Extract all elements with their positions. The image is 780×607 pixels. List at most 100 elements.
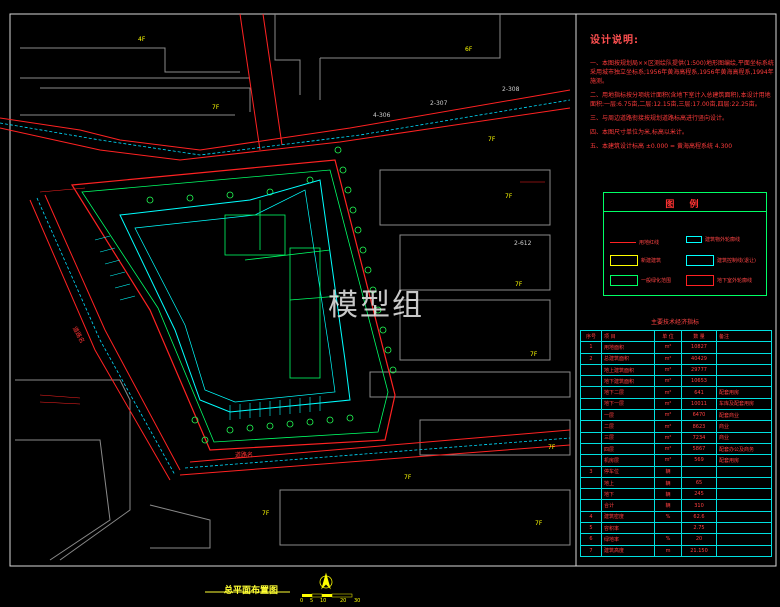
note-item: 一、本图按规划局××区测绘队提供(1:500)地形图编绘,平面坐标系统采用城市独… xyxy=(590,60,774,85)
table-row: 地下辆 245 xyxy=(580,488,772,501)
table-cell xyxy=(580,420,602,433)
table-cell xyxy=(716,499,772,512)
table-cell: 停车位 xyxy=(601,465,655,478)
table-cell: 商业 xyxy=(716,420,772,433)
table-cell: 7234 xyxy=(681,431,717,444)
table-cell: 10011 xyxy=(681,397,717,411)
table-cell: m xyxy=(654,544,682,557)
table-cell: 配套办公及商务 xyxy=(716,442,772,456)
table-cell: 5867 xyxy=(681,442,717,456)
table-cell: 40429 xyxy=(681,352,717,365)
legend-box: 图 例 用地红线 建筑物外轮廓线 新建建筑 建筑控制线(退让) 一般绿化范围 地… xyxy=(603,192,767,296)
table-cell xyxy=(716,352,772,365)
scale-label: 30 xyxy=(354,598,361,604)
table-cell: 20 xyxy=(681,533,717,546)
table-cell: 1 xyxy=(580,341,602,354)
legend-item: 新建建筑 xyxy=(610,255,661,266)
table-cell: m² xyxy=(654,442,682,456)
scale-label: 5 xyxy=(310,598,314,604)
table-cell: % xyxy=(654,533,682,546)
table-cell: 29777 xyxy=(681,363,717,377)
th: 序号 xyxy=(580,329,602,343)
table-cell: 8623 xyxy=(681,420,717,433)
table-row: 2 总建筑面积 m² 40429 xyxy=(580,352,772,365)
legend-item: 用地红线 xyxy=(610,239,659,246)
table-cell xyxy=(716,465,772,478)
table-cell: 辆 xyxy=(654,476,682,490)
table-cell: m² xyxy=(654,363,682,377)
note-item: 五、本建筑设计标高 ±0.000 = 黄海高程系统 4.300 xyxy=(590,143,733,150)
table-row: 地上辆 65 xyxy=(580,476,772,490)
scale-label: 20 xyxy=(340,598,347,604)
watermark: 模型组 xyxy=(328,288,424,323)
table-cell: 地下 xyxy=(601,488,655,501)
table-cell xyxy=(580,442,602,456)
table-cell: 配套用房 xyxy=(716,386,772,399)
table-cell: m² xyxy=(654,352,682,365)
table-row: 5 容积率 2.75 xyxy=(580,522,772,535)
table-cell: 总建筑面积 xyxy=(601,352,655,365)
table-cell xyxy=(716,488,772,501)
note-item: 四、本图尺寸单位为米,标高以米计。 xyxy=(590,129,688,136)
th: 项 目 xyxy=(601,329,655,343)
legend-item: 一般绿化范围 xyxy=(610,275,671,286)
floor-label: 4F xyxy=(138,36,146,43)
table-cell xyxy=(716,476,772,490)
table-cell: 6 xyxy=(580,533,602,546)
table-cell: 2 xyxy=(580,352,602,365)
table-row: 地上建筑面积 m² 29777 xyxy=(580,363,772,377)
table-cell: m² xyxy=(654,341,682,354)
table-cell xyxy=(580,409,602,422)
table-cell: % xyxy=(654,510,682,524)
table-cell: m² xyxy=(654,409,682,422)
table-cell xyxy=(681,465,717,478)
table-cell: 配套商业 xyxy=(716,409,772,422)
table-cell: 车库及配套用房 xyxy=(716,397,772,411)
scale-label: 10 xyxy=(320,598,327,604)
floor-label: 7F xyxy=(212,104,220,111)
table-cell: 配套用房 xyxy=(716,454,772,467)
table-cell: 5 xyxy=(580,522,602,535)
table-cell: 10653 xyxy=(681,375,717,388)
table-row: 3 停车位辆 xyxy=(580,465,772,478)
table-cell: 辆 xyxy=(654,465,682,478)
table-cell xyxy=(580,363,602,377)
table-cell: m² xyxy=(654,420,682,433)
floor-label: 7F xyxy=(535,520,543,527)
table-cell: 地上建筑面积 xyxy=(601,363,655,377)
table-cell: 6470 xyxy=(681,409,717,422)
notes-heading: 设计说明: xyxy=(590,35,639,46)
table-cell: m² xyxy=(654,431,682,444)
table-cell: m² xyxy=(654,397,682,411)
interior-lines xyxy=(224,200,341,379)
drawing-title: 总平面布置图 xyxy=(224,586,279,596)
table-cell: 机房层 xyxy=(601,454,655,467)
table-row: 地下建筑面积 m² 10653 xyxy=(580,375,772,388)
table-cell: 2.75 xyxy=(681,522,717,535)
floor-label: 7F xyxy=(515,281,523,288)
table-title: 主要技术经济指标 xyxy=(650,319,699,326)
scale-label: 0 xyxy=(300,598,304,604)
table-cell: 7 xyxy=(580,544,602,557)
table-cell xyxy=(580,397,602,411)
legend-title: 图 例 xyxy=(665,200,705,210)
table-cell: m² xyxy=(654,375,682,388)
table-row: 1 用地面积 m² 10827 xyxy=(580,341,772,354)
table-cell: 地下一层 xyxy=(601,397,655,411)
parking-stalls-left xyxy=(94,235,136,301)
table-cell xyxy=(580,476,602,490)
floor-label: 6F xyxy=(465,46,473,53)
table-cell: 62.6 xyxy=(681,510,717,524)
table-cell: 绿地率 xyxy=(601,533,655,546)
table-cell: m² xyxy=(654,454,682,467)
table-cell xyxy=(580,499,602,512)
table-cell: 三层 xyxy=(601,431,655,444)
table-cell: 10827 xyxy=(681,341,717,354)
table-cell: 65 xyxy=(681,476,717,490)
table-row: 地下一层 m² 10011 车库及配套用房 xyxy=(580,397,772,411)
table-cell: 二层 xyxy=(601,420,655,433)
table-cell: 一层 xyxy=(601,409,655,422)
table-row: 4 建筑密度% 62.6 xyxy=(580,510,772,524)
north-arrow xyxy=(319,572,333,590)
table-cell xyxy=(580,375,602,388)
